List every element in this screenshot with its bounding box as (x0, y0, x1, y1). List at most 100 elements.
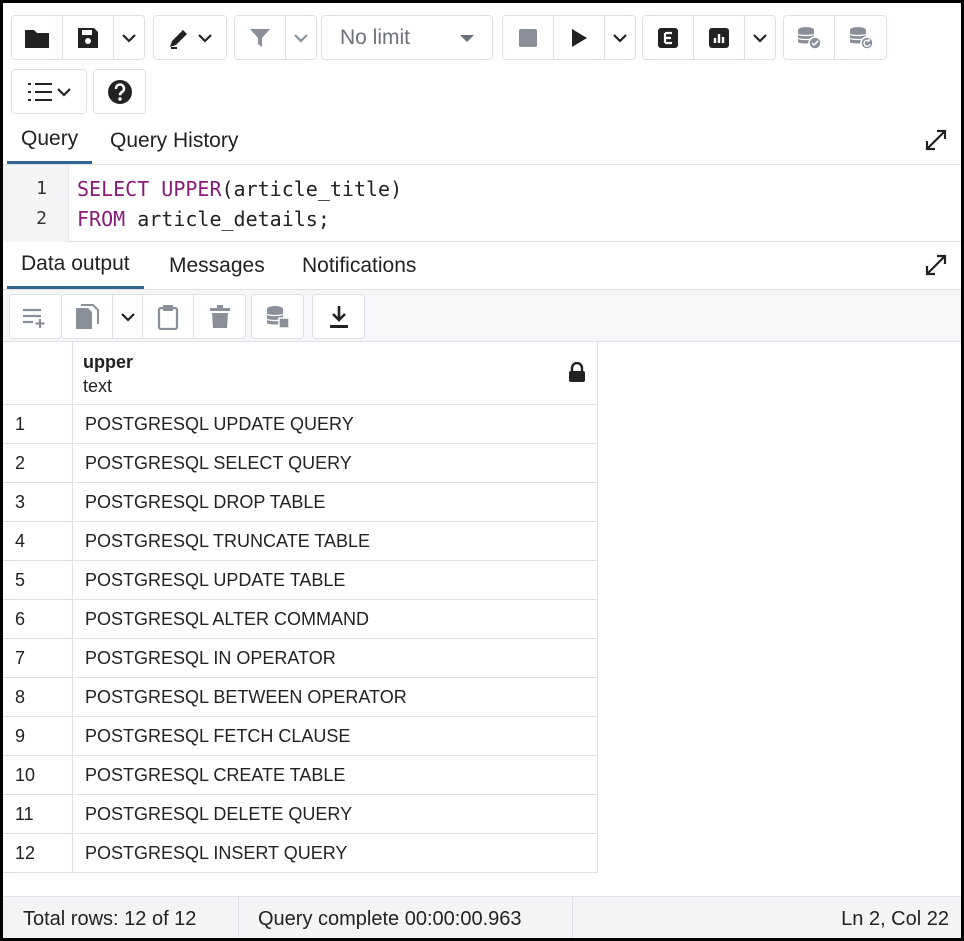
maximize-output-button[interactable] (925, 254, 947, 281)
table-row[interactable]: 4 POSTGRESQL TRUNCATE TABLE (3, 522, 597, 561)
play-icon (572, 28, 587, 47)
data-cell[interactable]: POSTGRESQL CREATE TABLE (85, 756, 345, 794)
commit-icon (797, 26, 822, 50)
data-cell[interactable]: POSTGRESQL ALTER COMMAND (85, 600, 369, 638)
rollback-button[interactable] (835, 16, 886, 59)
save-data-group (251, 294, 304, 339)
output-tab-bar: Data output Messages Notifications (3, 242, 961, 290)
cursor-position-status: Ln 2, Col 22 (841, 907, 949, 930)
row-number-cell[interactable]: 1 (3, 405, 73, 443)
table-row[interactable]: 11 POSTGRESQL DELETE QUERY (3, 795, 597, 834)
tab-query-history[interactable]: Query History (96, 117, 252, 164)
save-options-dropdown[interactable] (114, 16, 144, 59)
table-row[interactable]: 8 POSTGRESQL BETWEEN OPERATOR (3, 678, 597, 717)
data-cell[interactable]: POSTGRESQL DELETE QUERY (85, 795, 352, 833)
row-limit-select[interactable]: No limit (321, 15, 493, 60)
execute-query-button[interactable] (554, 16, 605, 59)
code-line-2[interactable]: FROM article_details; (77, 207, 330, 231)
data-cell[interactable]: POSTGRESQL BETWEEN OPERATOR (85, 678, 407, 716)
transaction-button-group (783, 15, 887, 60)
maximize-editor-button[interactable] (925, 129, 947, 156)
tab-notifications[interactable]: Notifications (288, 242, 430, 289)
explain-options-dropdown[interactable] (745, 16, 775, 59)
table-row[interactable]: 2 POSTGRESQL SELECT QUERY (3, 444, 597, 483)
chevron-down-icon (122, 33, 136, 43)
filter-button-group (234, 15, 317, 60)
save-file-button[interactable] (63, 16, 114, 59)
data-cell[interactable]: POSTGRESQL UPDATE TABLE (85, 561, 345, 599)
chevron-down-icon (613, 33, 627, 43)
table-row[interactable]: 9 POSTGRESQL FETCH CLAUSE (3, 717, 597, 756)
read-only-lock (569, 361, 585, 387)
paste-button[interactable] (143, 295, 194, 338)
save-data-icon (265, 305, 290, 329)
explain-button[interactable] (643, 16, 694, 59)
macros-menu-button[interactable] (12, 70, 86, 113)
filter-options-dropdown[interactable] (286, 16, 316, 59)
help-button[interactable] (94, 70, 145, 113)
delete-button[interactable] (194, 295, 245, 338)
code-line-1[interactable]: SELECT UPPER(article_title) (77, 177, 402, 201)
edit-button-group (153, 15, 227, 60)
query-toolbar: No limit (3, 3, 961, 117)
table-row[interactable]: 7 POSTGRESQL IN OPERATOR (3, 639, 597, 678)
row-number-cell[interactable]: 2 (3, 444, 73, 482)
filter-icon (250, 28, 270, 47)
tab-data-output[interactable]: Data output (7, 242, 144, 289)
table-row[interactable]: 6 POSTGRESQL ALTER COMMAND (3, 600, 597, 639)
rollback-icon (848, 26, 874, 50)
row-number-cell[interactable]: 5 (3, 561, 73, 599)
stop-query-button[interactable] (503, 16, 554, 59)
row-number-cell[interactable]: 11 (3, 795, 73, 833)
edit-menu-button[interactable] (154, 16, 226, 59)
save-data-changes-button[interactable] (252, 295, 303, 338)
data-cell[interactable]: POSTGRESQL UPDATE QUERY (85, 405, 354, 443)
macros-icon (28, 82, 52, 101)
row-number-cell[interactable]: 8 (3, 678, 73, 716)
filter-button[interactable] (235, 16, 286, 59)
data-cell[interactable]: POSTGRESQL IN OPERATOR (85, 639, 336, 677)
table-row[interactable]: 5 POSTGRESQL UPDATE TABLE (3, 561, 597, 600)
row-number-cell[interactable]: 7 (3, 639, 73, 677)
row-number-cell[interactable]: 12 (3, 834, 73, 872)
table-row[interactable]: 1 POSTGRESQL UPDATE QUERY (3, 405, 597, 444)
row-number-cell[interactable]: 10 (3, 756, 73, 794)
open-file-button[interactable] (12, 16, 63, 59)
table-row[interactable]: 12 POSTGRESQL INSERT QUERY (3, 834, 597, 873)
tab-query[interactable]: Query (7, 117, 93, 164)
data-cell[interactable]: POSTGRESQL FETCH CLAUSE (85, 717, 350, 755)
edit-pen-icon (170, 29, 187, 49)
data-cell[interactable]: POSTGRESQL INSERT QUERY (85, 834, 347, 872)
sql-editor[interactable]: 1 2 SELECT UPPER(article_title) FROM art… (3, 165, 961, 242)
chevron-down-icon (198, 33, 212, 43)
data-cell[interactable]: POSTGRESQL DROP TABLE (85, 483, 325, 521)
macros-button-group (11, 69, 87, 114)
table-row[interactable]: 10 POSTGRESQL CREATE TABLE (3, 756, 597, 795)
data-grid-toolbar (3, 290, 961, 342)
sql-keyword: SELECT (77, 177, 150, 201)
row-number-cell[interactable]: 9 (3, 717, 73, 755)
stop-icon (519, 28, 537, 47)
add-row-button[interactable] (10, 295, 61, 338)
row-number-header[interactable] (3, 342, 73, 404)
explain-analyze-button[interactable] (694, 16, 745, 59)
sql-text: article_details; (125, 207, 330, 231)
copy-button[interactable] (62, 295, 113, 338)
execute-options-dropdown[interactable] (605, 16, 635, 59)
copy-options-dropdown[interactable] (113, 295, 143, 338)
grid-body: 1 POSTGRESQL UPDATE QUERY 2 POSTGRESQL SELE… (3, 405, 597, 873)
query-tab-bar: Query Query History (3, 117, 961, 165)
data-cell[interactable]: POSTGRESQL TRUNCATE TABLE (85, 522, 370, 560)
tab-messages[interactable]: Messages (155, 242, 279, 289)
row-number-cell[interactable]: 4 (3, 522, 73, 560)
data-cell[interactable]: POSTGRESQL SELECT QUERY (85, 444, 352, 482)
download-csv-button[interactable] (313, 295, 364, 338)
commit-button[interactable] (784, 16, 835, 59)
table-row[interactable]: 3 POSTGRESQL DROP TABLE (3, 483, 597, 522)
row-number-cell[interactable]: 3 (3, 483, 73, 521)
row-number-cell[interactable]: 6 (3, 600, 73, 638)
help-button-group (93, 69, 146, 114)
help-icon (107, 79, 132, 104)
column-type: text (83, 376, 113, 396)
download-group (312, 294, 365, 339)
